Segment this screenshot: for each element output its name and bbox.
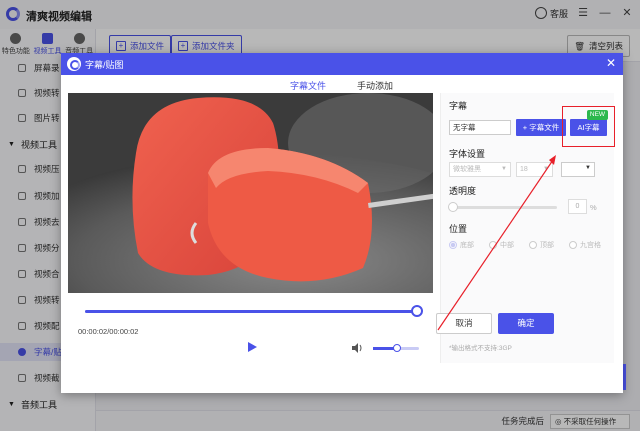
font-color-select[interactable]: ▼ <box>561 162 595 177</box>
dialog-close-icon[interactable]: ✕ <box>606 56 616 70</box>
time-display: 00:00:02/00:00:02 <box>78 327 139 336</box>
opacity-input[interactable]: 0 <box>568 199 587 214</box>
annotation-highlight-box <box>562 106 615 147</box>
font-size-value: 18 <box>520 166 528 173</box>
add-subtitle-file-button[interactable]: + 字幕文件 <box>516 119 566 136</box>
radio-label: 中部 <box>500 242 514 249</box>
tab-subtitle-file[interactable]: 字幕文件 <box>290 79 326 92</box>
position-label: 位置 <box>449 224 468 234</box>
radio-label: 九宫格 <box>580 242 601 249</box>
video-frame-image <box>68 93 433 293</box>
seek-bar-fill <box>85 310 417 313</box>
radio-dot <box>569 241 577 249</box>
position-middle-radio[interactable]: 中部 <box>489 240 514 250</box>
radio-dot <box>529 241 537 249</box>
radio-label: 顶部 <box>540 242 554 249</box>
opacity-slider[interactable] <box>453 206 557 209</box>
cancel-button[interactable]: 取消 <box>436 313 492 334</box>
tab-manual-add[interactable]: 手动添加 <box>357 79 393 92</box>
confirm-button[interactable]: 确定 <box>498 313 554 334</box>
video-preview[interactable] <box>68 93 433 293</box>
volume-handle[interactable] <box>393 344 401 352</box>
chevron-down-icon: ▼ <box>585 165 591 171</box>
dialog-logo-icon <box>67 57 81 71</box>
font-family-select[interactable]: 微软雅黑 ▼ <box>449 162 511 177</box>
subtitle-select[interactable]: 无字幕 <box>449 120 511 135</box>
opacity-handle[interactable] <box>448 202 458 212</box>
position-top-radio[interactable]: 顶部 <box>529 240 554 250</box>
seek-bar[interactable] <box>85 310 417 313</box>
opacity-unit: % <box>590 203 597 212</box>
radio-dot <box>449 241 457 249</box>
font-size-select[interactable]: 18 ▼ <box>516 162 553 177</box>
play-icon[interactable] <box>248 342 257 352</box>
dialog-title: 字幕/贴图 <box>85 60 124 70</box>
subtitle-dialog: 字幕/贴图 ✕ 字幕文件 手动添加 00:00:02/00:00:02 字幕 无… <box>61 53 623 393</box>
subtitle-label: 字幕 <box>449 101 468 111</box>
font-settings-label: 字体设置 <box>449 149 486 159</box>
opacity-label: 透明度 <box>449 186 477 196</box>
dialog-header: 字幕/贴图 ✕ <box>61 53 623 75</box>
dialog-tabs: 字幕文件 手动添加 <box>61 75 623 95</box>
volume-icon[interactable] <box>352 343 364 353</box>
font-family-value: 微软雅黑 <box>453 166 481 173</box>
radio-dot <box>489 241 497 249</box>
radio-label: 底部 <box>460 242 474 249</box>
format-note: *输出格式不支持:3GP <box>449 345 512 352</box>
seek-handle[interactable] <box>411 305 423 317</box>
chevron-down-icon: ▼ <box>501 166 507 172</box>
position-grid-radio[interactable]: 九宫格 <box>569 240 601 250</box>
position-bottom-radio[interactable]: 底部 <box>449 240 474 250</box>
chevron-down-icon: ▼ <box>543 166 549 172</box>
